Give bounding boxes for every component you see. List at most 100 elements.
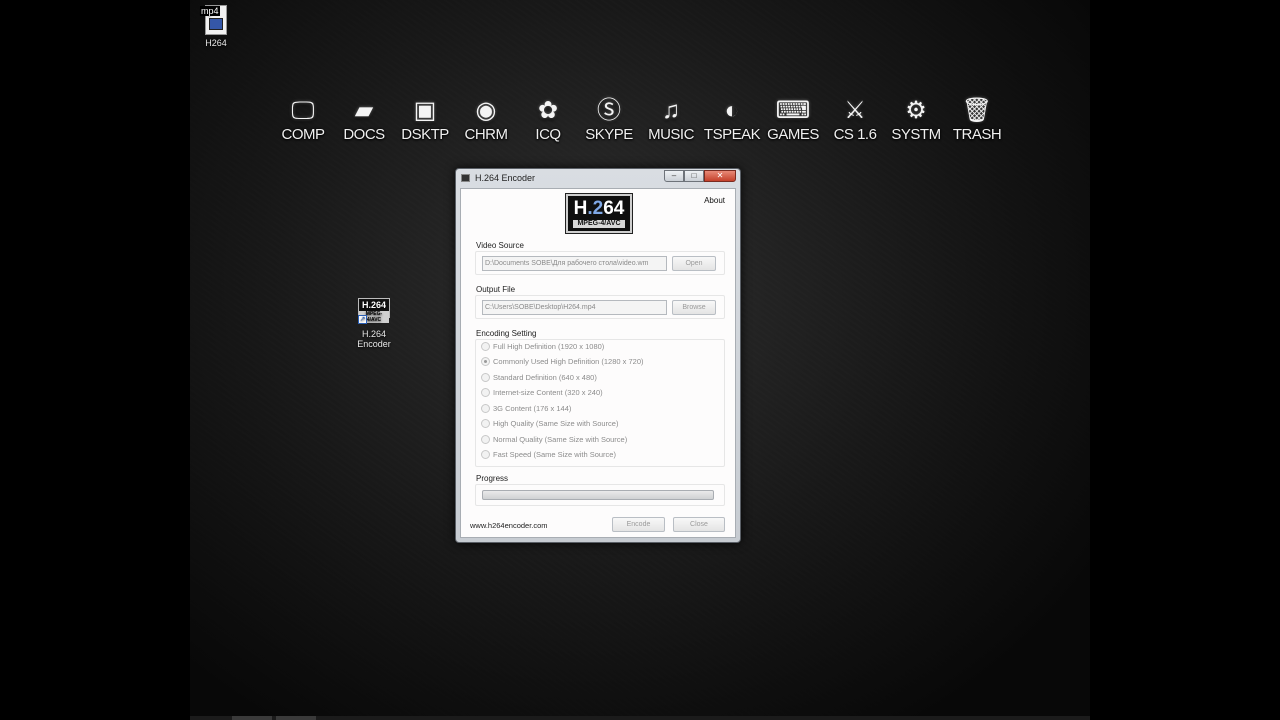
dock-label: TSPEAK bbox=[703, 126, 761, 143]
label-line-1: H.264 bbox=[361, 329, 387, 339]
window-client-area: H.264 MPEG-4/AVC About Video Source D:\D… bbox=[460, 188, 736, 538]
app-icon bbox=[461, 174, 470, 182]
dock-item-chrm[interactable]: ◉ CHRM bbox=[455, 96, 517, 143]
progress-bar bbox=[482, 490, 714, 500]
desktop-icon-h264-mp4[interactable]: mp4 H264 bbox=[200, 5, 232, 48]
radio-label: Internet-size Content (320 x 240) bbox=[493, 387, 603, 397]
gears-icon: ⚙ bbox=[905, 97, 927, 124]
encoding-option-sd[interactable]: Standard Definition (640 x 480) bbox=[481, 371, 597, 383]
dock-label: CS 1.6 bbox=[833, 126, 877, 143]
dock-item-docs[interactable]: ▰ DOCS bbox=[333, 96, 395, 143]
dock-item-icq[interactable]: ✿ ICQ bbox=[517, 96, 579, 143]
h264-encoder-window: H.264 Encoder – □ ✕ H.264 MPEG-4/AVC Abo… bbox=[455, 168, 741, 543]
encoding-option-full-hd[interactable]: Full High Definition (1920 x 1080) bbox=[481, 340, 604, 352]
logo-subtext: MPEG-4/AVC bbox=[573, 220, 625, 228]
taskbar-button[interactable] bbox=[276, 716, 316, 720]
dock-item-music[interactable]: ♫ MUSIC bbox=[640, 96, 702, 143]
radio-button-selected[interactable] bbox=[481, 356, 490, 366]
logo-suffix: 64 bbox=[603, 198, 625, 219]
radio-button[interactable] bbox=[481, 341, 490, 351]
window-controls: – □ ✕ bbox=[664, 170, 736, 182]
encoding-option-high-quality[interactable]: High Quality (Same Size with Source) bbox=[481, 417, 618, 429]
encoding-option-normal-quality[interactable]: Normal Quality (Same Size with Source) bbox=[481, 433, 627, 445]
label-line-2: Encoder bbox=[357, 339, 391, 349]
music-folder-icon: ♫ bbox=[662, 97, 680, 124]
mp4-badge: mp4 bbox=[200, 6, 220, 16]
minimize-button[interactable]: – bbox=[664, 170, 684, 182]
open-button[interactable]: Open bbox=[672, 256, 716, 271]
dock-label: DOCS bbox=[343, 126, 385, 143]
browse-button[interactable]: Browse bbox=[672, 300, 716, 315]
dock-label: ICQ bbox=[535, 126, 561, 143]
dock-item-dsktp[interactable]: ▣ DSKTP bbox=[394, 96, 456, 143]
monitor-icon: 🖵 bbox=[291, 97, 315, 124]
window-titlebar[interactable]: H.264 Encoder – □ ✕ bbox=[456, 169, 740, 187]
flower-icon: ✿ bbox=[537, 97, 559, 124]
desktop-icon-label: H264 bbox=[205, 38, 227, 48]
file-thumbnail bbox=[209, 18, 223, 30]
progress-label: Progress bbox=[476, 474, 509, 483]
shortcut-arrow-icon: ↗ bbox=[358, 315, 367, 324]
h264-logo: H.264 MPEG-4/AVC bbox=[566, 194, 632, 233]
dock-item-systm[interactable]: ⚙ SYSTM bbox=[885, 96, 947, 143]
website-link[interactable]: www.h264encoder.com bbox=[470, 521, 548, 530]
radio-button[interactable] bbox=[481, 434, 490, 444]
video-file-icon: mp4 bbox=[200, 5, 227, 35]
encoding-option-fast-speed[interactable]: Fast Speed (Same Size with Source) bbox=[481, 448, 616, 460]
encoding-setting-label: Encoding Setting bbox=[476, 329, 537, 338]
logo-main-text: H.264 bbox=[568, 198, 630, 220]
window-title: H.264 Encoder bbox=[475, 173, 536, 183]
output-file-label: Output File bbox=[476, 285, 516, 294]
letterbox-left bbox=[0, 0, 190, 720]
logo-h: H bbox=[573, 198, 588, 219]
dock-label: GAMES bbox=[767, 126, 819, 143]
desktop-icon: ▣ bbox=[413, 97, 437, 124]
desktop-icon-label: H.264 Encoder bbox=[350, 329, 398, 349]
dock-label: TRASH bbox=[952, 126, 1002, 143]
dock-item-skype[interactable]: Ⓢ SKYPE bbox=[578, 96, 640, 143]
radio-button[interactable] bbox=[481, 372, 490, 382]
letterbox-right bbox=[1090, 0, 1280, 720]
close-button[interactable]: Close bbox=[673, 517, 725, 532]
trash-icon: 🗑 bbox=[961, 97, 993, 124]
output-file-path-field[interactable]: C:\Users\SOBE\Desktop\H264.mp4 bbox=[482, 300, 667, 315]
radio-label: Standard Definition (640 x 480) bbox=[493, 372, 597, 382]
radio-button[interactable] bbox=[481, 418, 490, 428]
encoding-option-internet[interactable]: Internet-size Content (320 x 240) bbox=[481, 386, 603, 398]
dock-label: CHRM bbox=[464, 126, 509, 143]
encoding-option-hd-720[interactable]: Commonly Used High Definition (1280 x 72… bbox=[481, 355, 644, 367]
video-source-path-field[interactable]: D:\Documents SOBE\Для рабочего стола\vid… bbox=[482, 256, 667, 271]
dock-label: SKYPE bbox=[585, 126, 633, 143]
chrome-icon: ◉ bbox=[475, 97, 497, 124]
radio-button[interactable] bbox=[481, 403, 490, 413]
dock-item-cs16[interactable]: ⚔ CS 1.6 bbox=[824, 96, 886, 143]
video-source-label: Video Source bbox=[476, 241, 524, 250]
close-window-button[interactable]: ✕ bbox=[704, 170, 736, 182]
dock-label: SYSTM bbox=[891, 126, 941, 143]
headset-icon: ◐ bbox=[724, 97, 740, 124]
shortcut-logo-text: H.264 bbox=[361, 300, 387, 310]
dock-item-games[interactable]: ⌨ GAMES bbox=[762, 96, 824, 143]
dock-item-trash[interactable]: 🗑 TRASH bbox=[946, 96, 1008, 143]
gamepad-icon: ⌨ bbox=[775, 97, 811, 124]
radio-label: High Quality (Same Size with Source) bbox=[493, 418, 619, 428]
encode-button[interactable]: Encode bbox=[612, 517, 665, 532]
radio-label: Commonly Used High Definition (1280 x 72… bbox=[493, 356, 644, 366]
dock-item-comp[interactable]: 🖵 COMP bbox=[272, 96, 334, 143]
radio-button[interactable] bbox=[481, 387, 490, 397]
radio-label: 3G Content (176 x 144) bbox=[493, 403, 572, 413]
soldier-icon: ⚔ bbox=[844, 97, 866, 124]
radio-button[interactable] bbox=[481, 449, 490, 459]
dock-label: MUSIC bbox=[648, 126, 694, 143]
taskbar bbox=[190, 716, 1090, 720]
dock-item-tspeak[interactable]: ◐ TSPEAK bbox=[701, 96, 763, 143]
about-link[interactable]: About bbox=[704, 196, 725, 205]
radio-label: Normal Quality (Same Size with Source) bbox=[493, 434, 628, 444]
dock-label: COMP bbox=[281, 126, 326, 143]
encoding-option-3g[interactable]: 3G Content (176 x 144) bbox=[481, 402, 571, 414]
desktop-icon-h264-encoder[interactable]: H.264 MPEG-4/AVC ↗ H.264 Encoder bbox=[350, 298, 398, 349]
radio-label: Full High Definition (1920 x 1080) bbox=[493, 341, 605, 351]
taskbar-button[interactable] bbox=[232, 716, 272, 720]
skype-icon: Ⓢ bbox=[597, 97, 621, 124]
maximize-button[interactable]: □ bbox=[684, 170, 704, 182]
